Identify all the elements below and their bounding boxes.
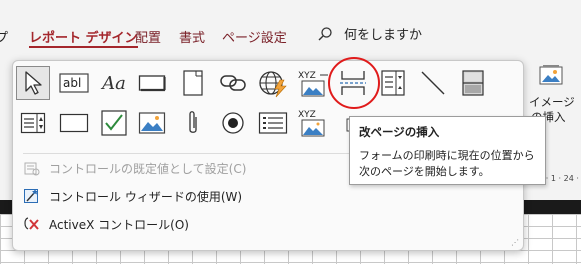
textbox-icon-text: abl	[63, 76, 81, 90]
tab-arrange[interactable]: 配置	[135, 27, 161, 46]
use-control-wizards-item[interactable]: コントロール ウィザードの使用(W)	[23, 185, 242, 207]
set-defaults-icon	[23, 159, 41, 177]
ribbon-tab-bar: プ レポート デザイン 配置 書式 ページ設定 何をしますか	[0, 0, 581, 60]
image-control[interactable]: XYZ	[296, 106, 330, 140]
tooltip-body: フォームの印刷時に現在の位置から次のページを開始します。	[359, 149, 535, 178]
insert-image-label-1: イメージ	[529, 95, 575, 109]
check-box-control[interactable]	[97, 106, 131, 140]
select-control[interactable]	[16, 66, 50, 100]
tab-report-design-label: レポート デザイン	[29, 31, 138, 46]
checkbox-icon	[101, 110, 127, 136]
radio-button-icon	[222, 112, 244, 134]
navigation-icon-text: XYZ	[298, 71, 316, 81]
use-wizards-label: コントロール ウィザードの使用(W)	[49, 189, 243, 204]
tab-report-design[interactable]: レポート デザイン	[29, 27, 138, 48]
hyperlink-control[interactable]	[216, 66, 250, 100]
unbound-object-frame-control[interactable]	[135, 106, 169, 140]
attachment-control[interactable]	[176, 106, 210, 140]
tab-format[interactable]: 書式	[179, 27, 205, 46]
activex-label: ActiveX コントロール(O)	[49, 217, 189, 232]
image-xyz-icon: XYZ	[298, 110, 325, 137]
highlight-ring	[328, 57, 380, 109]
pointer-arrow-icon	[25, 71, 42, 95]
tooltip-title: 改ページの挿入	[359, 125, 440, 139]
combo-box-control[interactable]	[376, 66, 410, 100]
wizard-icon	[23, 187, 41, 205]
toggle-button-icon	[462, 70, 484, 96]
page-break-tooltip: 改ページの挿入 フォームの印刷時に現在の位置から次のページを開始します。	[349, 116, 546, 185]
list-box-control[interactable]	[16, 106, 50, 140]
label-control[interactable]: Aa	[97, 66, 131, 100]
navigation-icon: XYZ	[298, 71, 328, 97]
textbox-control[interactable]: abl	[57, 66, 91, 100]
paperclip-icon	[189, 111, 197, 133]
list-box-icon	[20, 112, 46, 134]
textbox-icon: abl	[59, 73, 89, 93]
subform-control[interactable]	[256, 106, 290, 140]
tab-partial[interactable]: プ	[0, 27, 8, 46]
list-dropdown-icon	[381, 70, 405, 96]
hyperlink-icon	[220, 75, 246, 91]
set-defaults-label: コントロールの既定値として設定(C)	[49, 161, 247, 176]
activex-controls-item[interactable]: ActiveX コントロール(O)	[23, 213, 189, 235]
rectangle-control[interactable]	[57, 106, 91, 140]
line-icon	[421, 71, 445, 95]
button-control[interactable]	[135, 66, 169, 100]
search-icon	[318, 26, 332, 40]
image-icon	[539, 65, 563, 85]
tell-me-box[interactable]: 何をしますか	[318, 24, 422, 43]
rectangle-icon	[59, 113, 89, 133]
navigation-control[interactable]: XYZ	[296, 66, 330, 100]
activex-icon	[23, 215, 41, 233]
tab-control[interactable]	[176, 66, 210, 100]
resize-grip-icon[interactable]: ⋰	[511, 238, 519, 247]
option-button-control[interactable]	[216, 106, 250, 140]
label-icon: Aa	[102, 72, 126, 94]
web-browser-control[interactable]	[256, 66, 290, 100]
toggle-button-control[interactable]	[456, 66, 490, 100]
command-button-icon	[138, 75, 166, 92]
globe-lightning-icon	[259, 71, 287, 98]
tab-page-setup[interactable]: ページ設定	[222, 27, 287, 46]
image-icon-text: XYZ	[298, 110, 316, 120]
tab-control-icon	[183, 70, 203, 96]
insert-image-button[interactable]: イメージ の挿入	[528, 62, 581, 124]
image-frame-icon	[138, 112, 166, 134]
active-tab-underline	[29, 46, 138, 48]
line-control[interactable]	[416, 66, 450, 100]
tell-me-text: 何をしますか	[344, 28, 423, 43]
set-control-defaults-item: コントロールの既定値として設定(C)	[23, 157, 246, 179]
subform-icon	[258, 112, 288, 134]
